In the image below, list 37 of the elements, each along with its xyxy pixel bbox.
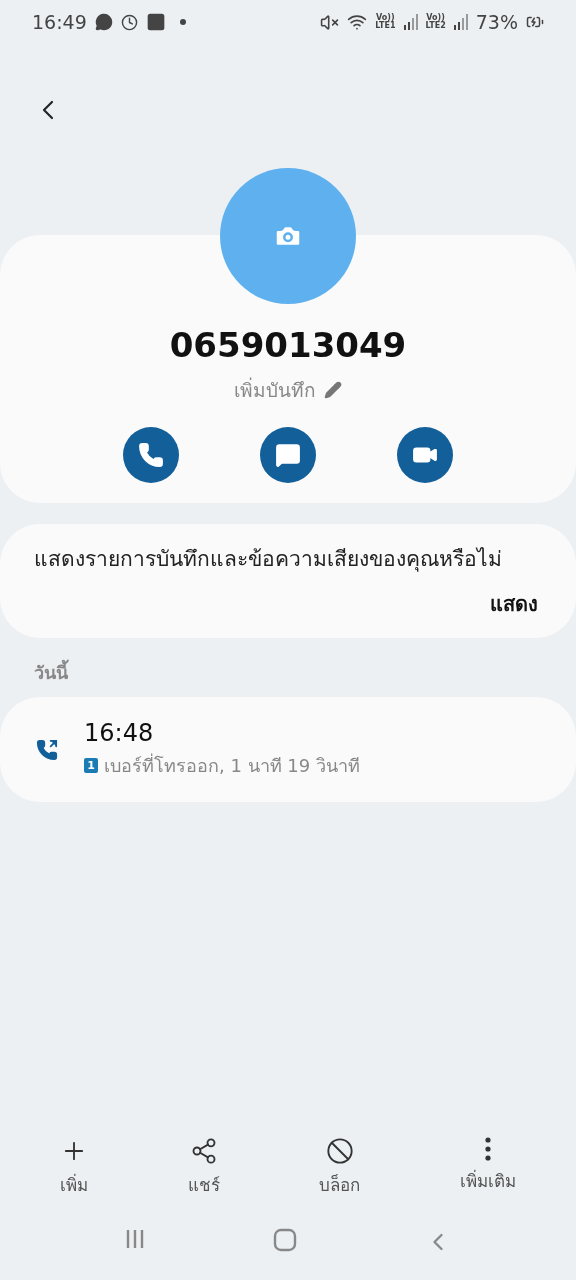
- call-log-item[interactable]: 16:48 1 เบอร์ที่โทรออก, 1 นาที 19 วินาที: [0, 697, 576, 802]
- more-button[interactable]: เพิ่มเติม: [448, 1133, 529, 1202]
- add-note-label[interactable]: เพิ่มบันทึก: [234, 375, 316, 405]
- network-label: LTE2: [425, 22, 446, 30]
- call-detail: เบอร์ที่โทรออก, 1 นาที 19 วินาที: [104, 752, 360, 778]
- banner-text: แสดงรายการบันทึกและข้อความเสียงของคุณหรือไม่: [34, 546, 503, 574]
- call-button[interactable]: [123, 427, 179, 483]
- app-icon: [145, 12, 166, 32]
- outgoing-call-icon: [36, 738, 58, 761]
- signal-icon: [453, 14, 468, 30]
- signal-icon: [403, 14, 418, 30]
- add-button[interactable]: เพิ่ม: [47, 1133, 100, 1202]
- clock-icon: [120, 13, 138, 31]
- share-button[interactable]: แชร์: [175, 1133, 232, 1202]
- mute-icon: [320, 12, 340, 32]
- section-header: วันนี้: [34, 658, 576, 687]
- chat-bubble-icon: [94, 13, 113, 31]
- battery-percent: 73%: [475, 11, 518, 33]
- video-button[interactable]: [397, 427, 453, 483]
- more-icon: [485, 1137, 492, 1161]
- block-button[interactable]: บล็อก: [307, 1133, 373, 1202]
- block-icon: [325, 1137, 354, 1165]
- network-label: LTE1: [375, 22, 396, 30]
- sim-badge: 1: [84, 758, 98, 773]
- wifi-icon: [347, 12, 368, 32]
- phone-icon: [138, 442, 164, 468]
- volte-label: Vo)): [426, 14, 445, 22]
- show-button[interactable]: แสดง: [490, 588, 538, 620]
- home-icon: [273, 1228, 297, 1252]
- message-button[interactable]: [260, 427, 316, 483]
- phone-number: 0659013049: [169, 324, 407, 367]
- status-time: 16:49: [32, 11, 87, 33]
- notification-dot-icon: [179, 19, 186, 25]
- pencil-icon[interactable]: [324, 381, 342, 399]
- speech-bubble-icon: [275, 442, 301, 468]
- call-time: 16:48: [84, 719, 155, 747]
- volte-label: Vo)): [376, 14, 395, 22]
